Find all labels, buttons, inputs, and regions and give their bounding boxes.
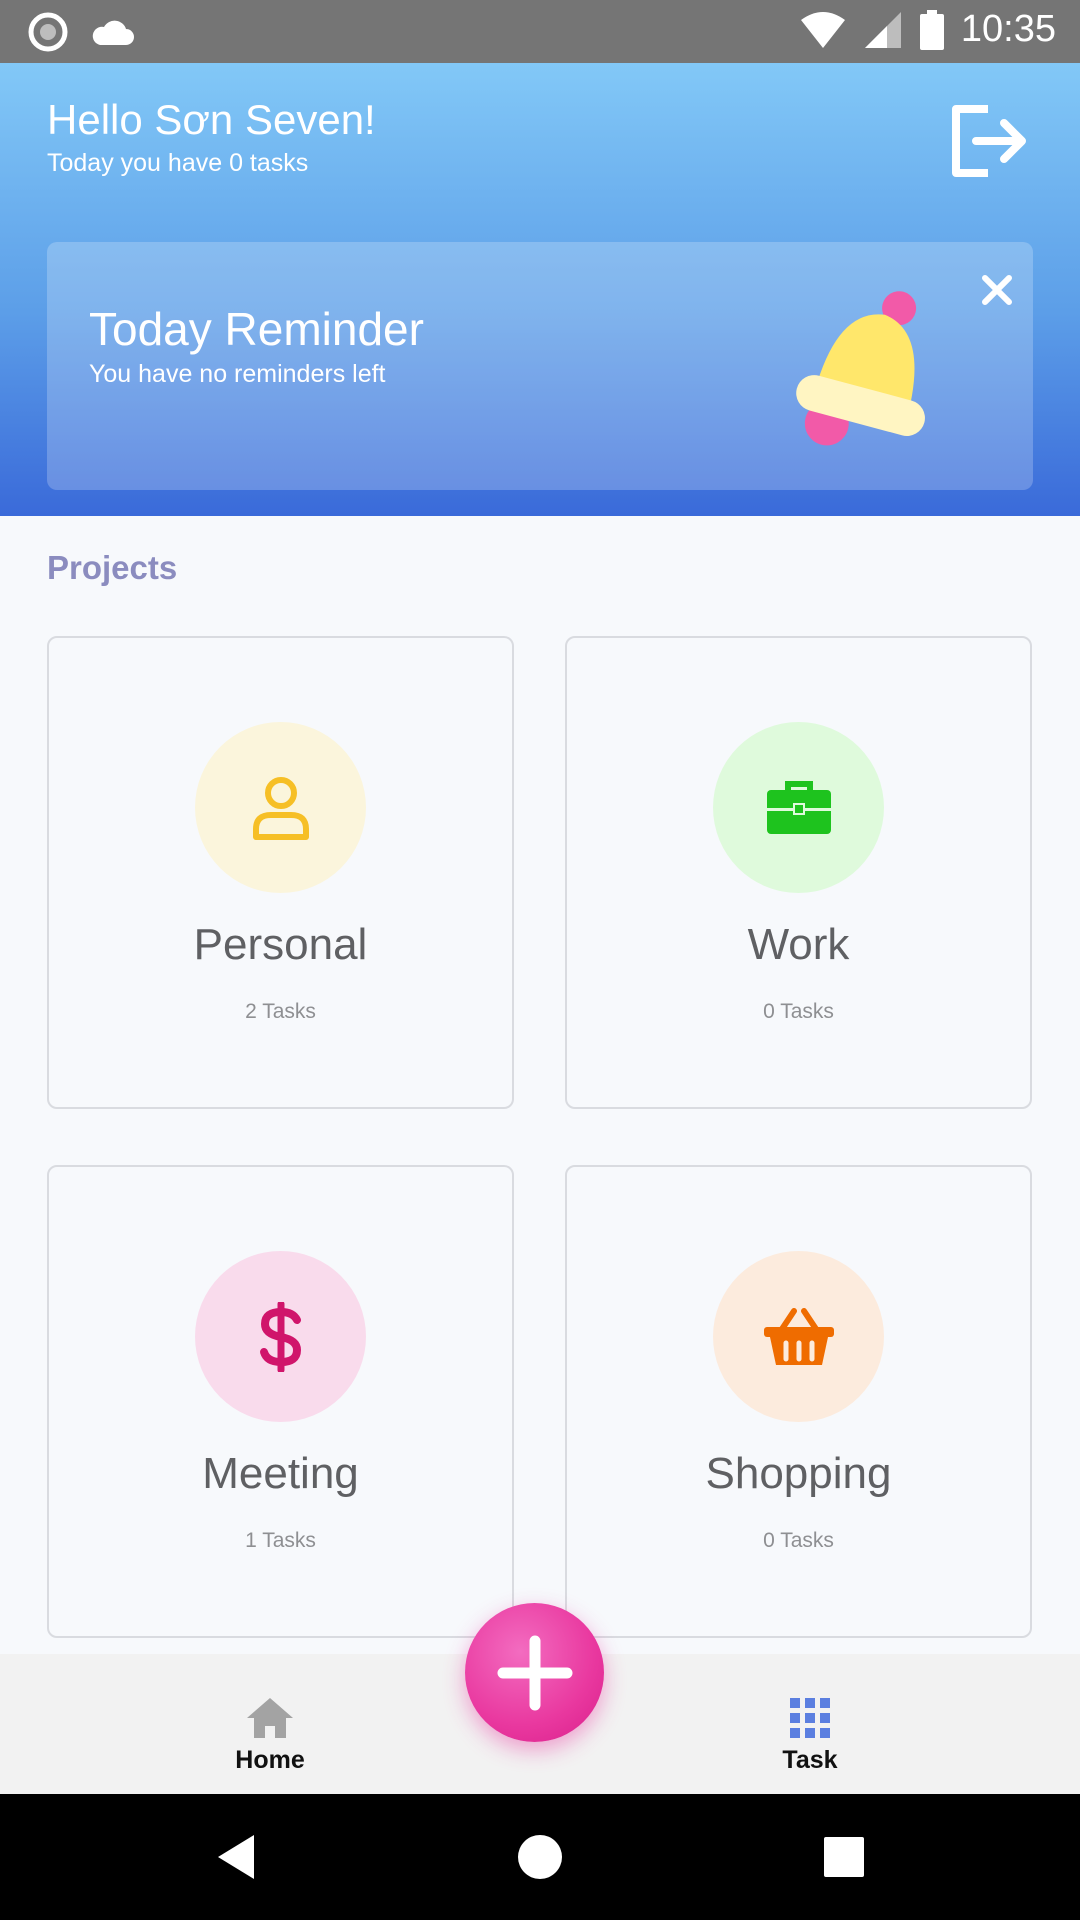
add-button[interactable]: [465, 1603, 604, 1742]
project-card-personal[interactable]: Personal 2 Tasks: [47, 636, 514, 1109]
project-icon-circle: [713, 722, 884, 893]
basket-icon: [763, 1307, 834, 1365]
project-name: Personal: [193, 920, 368, 969]
project-name: Work: [747, 920, 850, 969]
project-icon-circle: [713, 1251, 884, 1422]
project-task-count: 0 Tasks: [763, 1000, 834, 1023]
project-task-count: 2 Tasks: [245, 1000, 316, 1023]
person-icon: [252, 776, 309, 840]
logout-icon[interactable]: [948, 101, 1028, 181]
reminder-subtitle: You have no reminders left: [89, 360, 386, 388]
grid-icon: [790, 1698, 830, 1738]
system-navigation-bar: [0, 1794, 1080, 1920]
project-card-shopping[interactable]: Shopping 0 Tasks: [565, 1165, 1032, 1638]
project-name: Shopping: [705, 1449, 892, 1498]
signal-icon: [864, 11, 901, 48]
app-screen: 10:35 Hello Sơn Seven! Today you have 0 …: [0, 0, 1080, 1920]
project-card-work[interactable]: Work 0 Tasks: [565, 636, 1032, 1109]
greeting-title: Hello Sơn Seven!: [47, 96, 376, 143]
reminder-title: Today Reminder: [89, 303, 424, 355]
battery-icon: [919, 9, 944, 50]
nav-task-label: Task: [782, 1746, 838, 1774]
nav-home-label: Home: [235, 1746, 305, 1774]
status-left: [28, 12, 134, 52]
recents-icon[interactable]: [814, 1827, 874, 1887]
record-icon: [28, 12, 68, 52]
home-circle-icon[interactable]: [510, 1827, 570, 1887]
greeting: Hello Sơn Seven! Today you have 0 tasks: [47, 93, 376, 179]
wifi-icon: [800, 11, 845, 48]
reminder-card: Today Reminder You have no reminders lef…: [47, 242, 1033, 490]
projects-heading: Projects: [47, 549, 178, 586]
status-bar: 10:35: [0, 0, 1080, 63]
project-card-meeting[interactable]: Meeting 1 Tasks: [47, 1165, 514, 1638]
home-icon: [247, 1698, 293, 1738]
plus-icon: [497, 1635, 572, 1710]
back-icon[interactable]: [206, 1827, 266, 1887]
project-task-count: 0 Tasks: [763, 1529, 834, 1552]
bell-icon: [796, 291, 925, 446]
nav-home[interactable]: Home: [170, 1654, 370, 1794]
project-icon-circle: [195, 722, 366, 893]
project-name: Meeting: [202, 1449, 359, 1498]
status-right: 10:35: [799, 8, 1056, 51]
project-icon-circle: [195, 1251, 366, 1422]
dollar-icon: [259, 1301, 301, 1372]
header: Hello Sơn Seven! Today you have 0 tasks …: [0, 63, 1080, 516]
status-time: 10:35: [960, 8, 1056, 50]
close-icon[interactable]: [979, 272, 1015, 308]
cloud-icon: [92, 20, 134, 45]
project-task-count: 1 Tasks: [245, 1529, 316, 1552]
briefcase-icon: [766, 780, 831, 834]
nav-task[interactable]: Task: [710, 1654, 910, 1794]
greeting-subtitle: Today you have 0 tasks: [47, 149, 309, 177]
